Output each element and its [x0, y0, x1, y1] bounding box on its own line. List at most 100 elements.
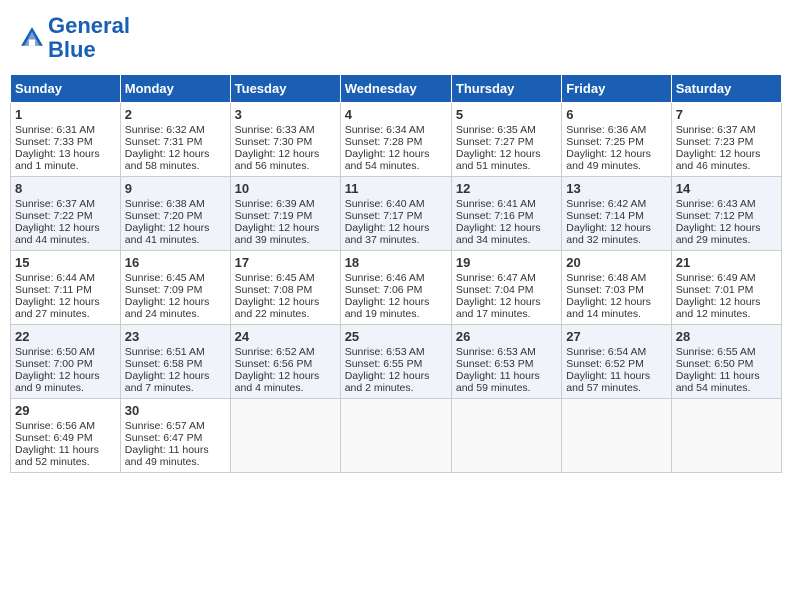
- sunset-label: Sunset: 7:03 PM: [566, 284, 644, 296]
- daylight-label: Daylight: 12 hours and 46 minutes.: [676, 148, 761, 172]
- sunset-label: Sunset: 6:49 PM: [15, 432, 93, 444]
- sunset-label: Sunset: 7:25 PM: [566, 136, 644, 148]
- daylight-label: Daylight: 12 hours and 49 minutes.: [566, 148, 651, 172]
- sunrise-label: Sunrise: 6:33 AM: [235, 124, 315, 136]
- daylight-label: Daylight: 12 hours and 51 minutes.: [456, 148, 541, 172]
- day-number: 21: [676, 255, 777, 270]
- calendar-day-5: 5Sunrise: 6:35 AMSunset: 7:27 PMDaylight…: [451, 103, 561, 177]
- calendar-week-2: 8Sunrise: 6:37 AMSunset: 7:22 PMDaylight…: [11, 177, 782, 251]
- sunset-label: Sunset: 7:08 PM: [235, 284, 313, 296]
- daylight-label: Daylight: 12 hours and 7 minutes.: [125, 370, 210, 394]
- calendar-day-7: 7Sunrise: 6:37 AMSunset: 7:23 PMDaylight…: [671, 103, 781, 177]
- calendar-day-22: 22Sunrise: 6:50 AMSunset: 7:00 PMDayligh…: [11, 325, 121, 399]
- sunset-label: Sunset: 7:31 PM: [125, 136, 203, 148]
- sunrise-label: Sunrise: 6:38 AM: [125, 198, 205, 210]
- sunrise-label: Sunrise: 6:50 AM: [15, 346, 95, 358]
- sunset-label: Sunset: 7:06 PM: [345, 284, 423, 296]
- calendar-week-4: 22Sunrise: 6:50 AMSunset: 7:00 PMDayligh…: [11, 325, 782, 399]
- calendar-day-19: 19Sunrise: 6:47 AMSunset: 7:04 PMDayligh…: [451, 251, 561, 325]
- sunrise-label: Sunrise: 6:40 AM: [345, 198, 425, 210]
- empty-cell: [340, 399, 451, 473]
- daylight-label: Daylight: 12 hours and 24 minutes.: [125, 296, 210, 320]
- calendar-week-5: 29Sunrise: 6:56 AMSunset: 6:49 PMDayligh…: [11, 399, 782, 473]
- empty-cell: [451, 399, 561, 473]
- day-number: 1: [15, 107, 116, 122]
- header-friday: Friday: [562, 75, 671, 103]
- sunset-label: Sunset: 6:53 PM: [456, 358, 534, 370]
- daylight-label: Daylight: 12 hours and 9 minutes.: [15, 370, 100, 394]
- sunset-label: Sunset: 7:16 PM: [456, 210, 534, 222]
- sunrise-label: Sunrise: 6:53 AM: [345, 346, 425, 358]
- sunrise-label: Sunrise: 6:48 AM: [566, 272, 646, 284]
- day-number: 24: [235, 329, 336, 344]
- daylight-label: Daylight: 12 hours and 14 minutes.: [566, 296, 651, 320]
- daylight-label: Daylight: 12 hours and 19 minutes.: [345, 296, 430, 320]
- sunset-label: Sunset: 7:12 PM: [676, 210, 754, 222]
- daylight-label: Daylight: 12 hours and 41 minutes.: [125, 222, 210, 246]
- sunset-label: Sunset: 7:28 PM: [345, 136, 423, 148]
- sunset-label: Sunset: 6:52 PM: [566, 358, 644, 370]
- sunrise-label: Sunrise: 6:53 AM: [456, 346, 536, 358]
- day-number: 27: [566, 329, 666, 344]
- daylight-label: Daylight: 11 hours and 49 minutes.: [125, 444, 209, 468]
- daylight-label: Daylight: 12 hours and 17 minutes.: [456, 296, 541, 320]
- day-number: 23: [125, 329, 226, 344]
- sunrise-label: Sunrise: 6:55 AM: [676, 346, 756, 358]
- day-number: 29: [15, 403, 116, 418]
- daylight-label: Daylight: 12 hours and 37 minutes.: [345, 222, 430, 246]
- calendar-day-15: 15Sunrise: 6:44 AMSunset: 7:11 PMDayligh…: [11, 251, 121, 325]
- empty-cell: [562, 399, 671, 473]
- calendar-day-12: 12Sunrise: 6:41 AMSunset: 7:16 PMDayligh…: [451, 177, 561, 251]
- day-number: 15: [15, 255, 116, 270]
- sunset-label: Sunset: 6:56 PM: [235, 358, 313, 370]
- sunrise-label: Sunrise: 6:57 AM: [125, 420, 205, 432]
- daylight-label: Daylight: 12 hours and 58 minutes.: [125, 148, 210, 172]
- weekday-header-row: Sunday Monday Tuesday Wednesday Thursday…: [11, 75, 782, 103]
- daylight-label: Daylight: 12 hours and 56 minutes.: [235, 148, 320, 172]
- day-number: 11: [345, 181, 447, 196]
- sunset-label: Sunset: 7:30 PM: [235, 136, 313, 148]
- day-number: 2: [125, 107, 226, 122]
- daylight-label: Daylight: 12 hours and 34 minutes.: [456, 222, 541, 246]
- header-wednesday: Wednesday: [340, 75, 451, 103]
- calendar-day-21: 21Sunrise: 6:49 AMSunset: 7:01 PMDayligh…: [671, 251, 781, 325]
- calendar-day-13: 13Sunrise: 6:42 AMSunset: 7:14 PMDayligh…: [562, 177, 671, 251]
- daylight-label: Daylight: 11 hours and 57 minutes.: [566, 370, 650, 394]
- day-number: 10: [235, 181, 336, 196]
- calendar-day-11: 11 Sunrise: 6:40 AMSunset: 7:17 PMDayligh…: [340, 177, 451, 251]
- calendar-day-3: 3Sunrise: 6:33 AMSunset: 7:30 PMDaylight…: [230, 103, 340, 177]
- header-thursday: Thursday: [451, 75, 561, 103]
- sunset-label: Sunset: 7:00 PM: [15, 358, 93, 370]
- empty-cell: [671, 399, 781, 473]
- day-number: 19: [456, 255, 557, 270]
- calendar-day-16: 16Sunrise: 6:45 AMSunset: 7:09 PMDayligh…: [120, 251, 230, 325]
- sunrise-label: Sunrise: 6:52 AM: [235, 346, 315, 358]
- calendar-day-25: 25Sunrise: 6:53 AMSunset: 6:55 PMDayligh…: [340, 325, 451, 399]
- calendar-day-26: 26Sunrise: 6:53 AMSunset: 6:53 PMDayligh…: [451, 325, 561, 399]
- calendar-day-20: 20 Sunrise: 6:48 AMSunset: 7:03 PMDayligh…: [562, 251, 671, 325]
- sunrise-label: Sunrise: 6:37 AM: [676, 124, 756, 136]
- sunrise-label: Sunrise: 6:41 AM: [456, 198, 536, 210]
- empty-cell: [230, 399, 340, 473]
- day-number: 14: [676, 181, 777, 196]
- calendar-day-24: 24Sunrise: 6:52 AMSunset: 6:56 PMDayligh…: [230, 325, 340, 399]
- calendar-week-1: 1Sunrise: 6:31 AMSunset: 7:33 PMDaylight…: [11, 103, 782, 177]
- calendar-day-17: 17Sunrise: 6:45 AMSunset: 7:08 PMDayligh…: [230, 251, 340, 325]
- sunset-label: Sunset: 7:19 PM: [235, 210, 313, 222]
- day-number: 17: [235, 255, 336, 270]
- calendar-day-29: 29Sunrise: 6:56 AMSunset: 6:49 PMDayligh…: [11, 399, 121, 473]
- calendar-day-14: 14Sunrise: 6:43 AMSunset: 7:12 PMDayligh…: [671, 177, 781, 251]
- calendar-week-3: 15Sunrise: 6:44 AMSunset: 7:11 PMDayligh…: [11, 251, 782, 325]
- sunrise-label: Sunrise: 6:45 AM: [125, 272, 205, 284]
- sunrise-label: Sunrise: 6:49 AM: [676, 272, 756, 284]
- calendar-day-2: 2Sunrise: 6:32 AMSunset: 7:31 PMDaylight…: [120, 103, 230, 177]
- calendar-day-9: 9Sunrise: 6:38 AMSunset: 7:20 PMDaylight…: [120, 177, 230, 251]
- sunset-label: Sunset: 7:17 PM: [345, 210, 423, 222]
- header-tuesday: Tuesday: [230, 75, 340, 103]
- daylight-label: Daylight: 11 hours and 52 minutes.: [15, 444, 99, 468]
- calendar-day-1: 1Sunrise: 6:31 AMSunset: 7:33 PMDaylight…: [11, 103, 121, 177]
- logo-icon: [18, 24, 46, 52]
- daylight-label: Daylight: 11 hours and 54 minutes.: [676, 370, 760, 394]
- day-number: 8: [15, 181, 116, 196]
- day-number: 20: [566, 255, 666, 270]
